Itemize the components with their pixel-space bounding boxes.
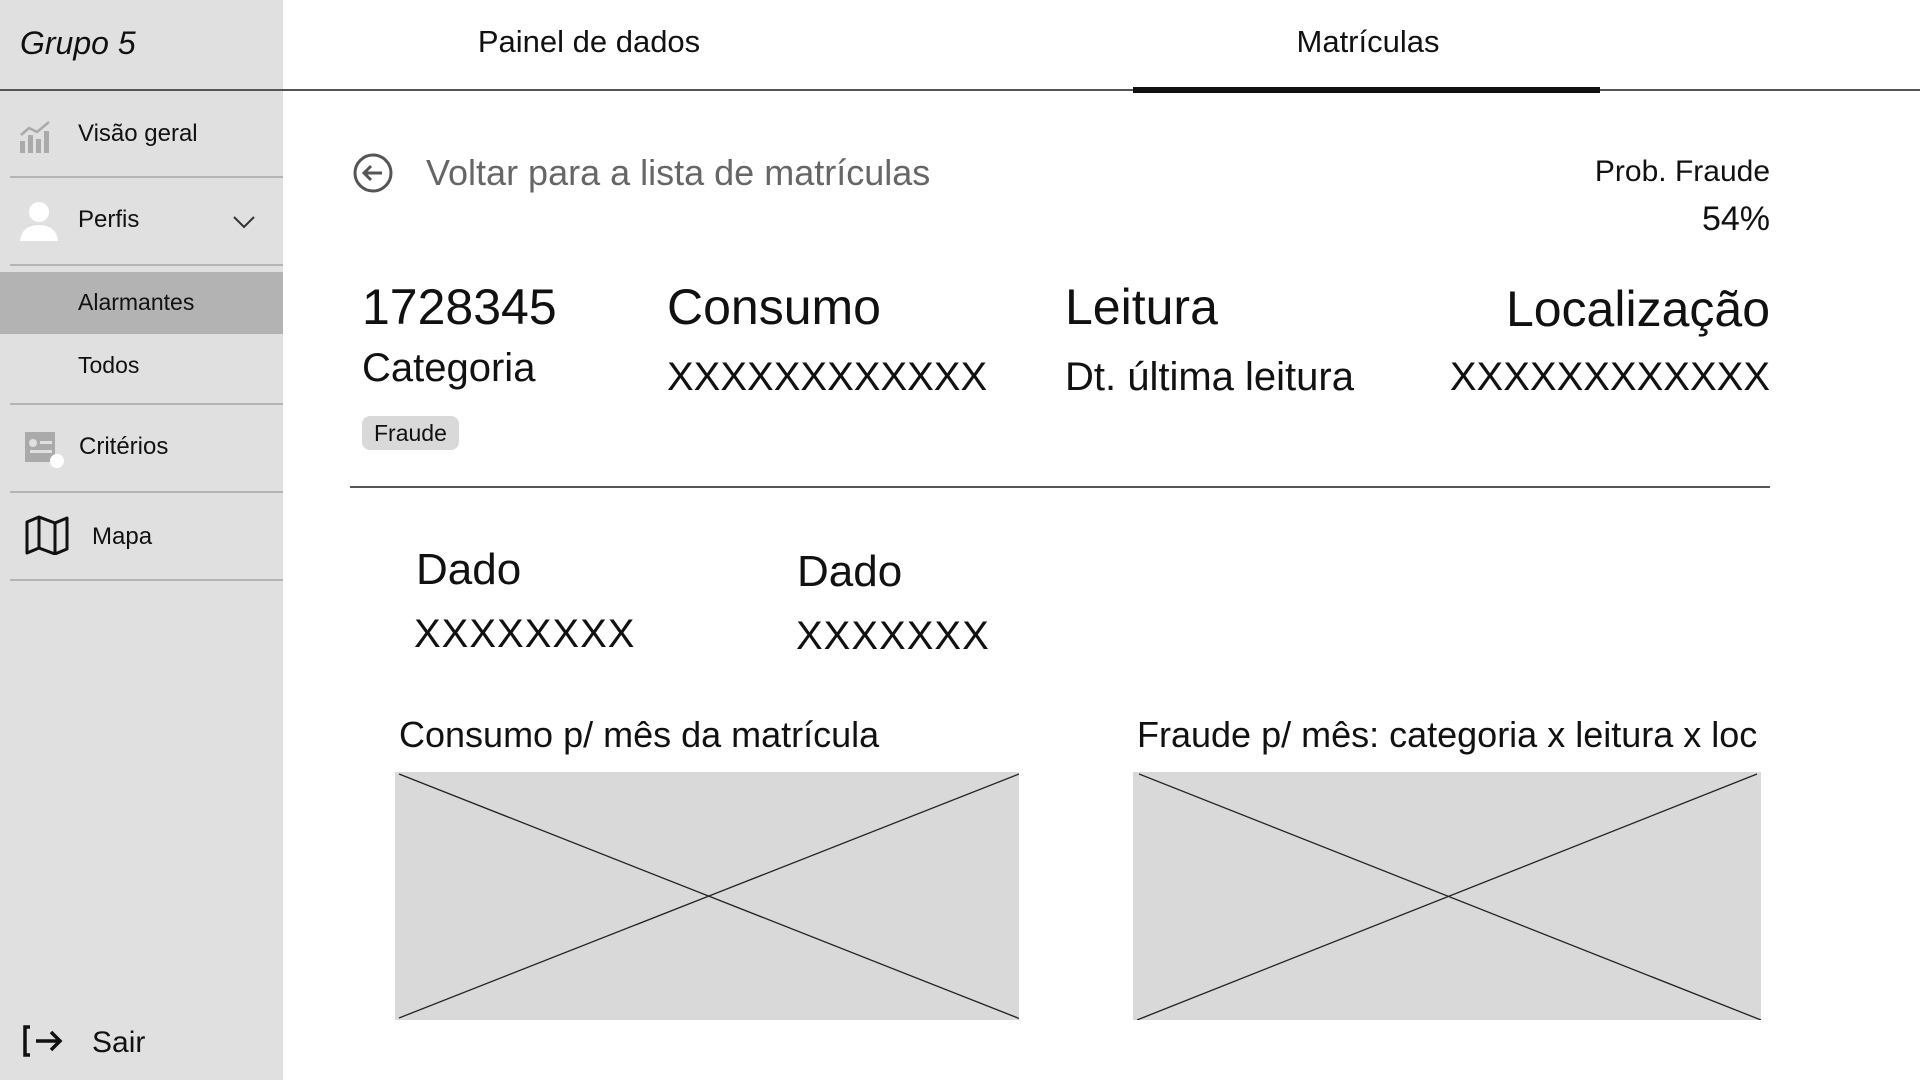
- logout-label: Sair: [92, 1026, 146, 1059]
- logout-icon: [23, 1025, 63, 1057]
- chart-placeholder-consumo: [395, 772, 1019, 1020]
- sidebar-item-visao-geral[interactable]: Visão geral: [10, 92, 283, 178]
- data-field-value: XXXXXXX: [796, 614, 990, 658]
- chevron-down-icon[interactable]: [232, 215, 256, 229]
- tab-matriculas[interactable]: Matrículas: [1233, 24, 1503, 60]
- sidebar-item-label: Critérios: [79, 433, 169, 460]
- category-label: Categoria: [362, 346, 536, 390]
- sidebar-item-mapa[interactable]: Mapa: [10, 493, 283, 581]
- chart-placeholder-fraude: [1133, 772, 1761, 1020]
- sidebar-subitem-label: Todos: [78, 352, 140, 378]
- chart-icon: [20, 121, 50, 153]
- leitura-value: Dt. última leitura: [1065, 355, 1354, 399]
- data-field-label: Dado: [797, 547, 903, 596]
- localizacao-value: XXXXXXXXXXXX: [1449, 355, 1770, 399]
- localizacao-label: Localização: [1505, 281, 1770, 337]
- back-arrow-icon[interactable]: [352, 152, 394, 194]
- chart-title-consumo: Consumo p/ mês da matrícula: [399, 714, 880, 755]
- active-tab-indicator: [1133, 87, 1600, 93]
- sidebar-item-label: Visão geral: [78, 120, 198, 147]
- tab-bar: Painel de dados Matrículas: [283, 0, 1920, 93]
- status-badge: Fraude: [362, 416, 459, 450]
- consumo-label: Consumo: [667, 279, 881, 335]
- data-field-label: Dado: [416, 545, 522, 594]
- fraud-probability-label: Prob. Fraude: [1594, 155, 1770, 188]
- tab-painel-de-dados[interactable]: Painel de dados: [459, 24, 719, 60]
- map-icon: [25, 515, 69, 555]
- brand: Grupo 5: [0, 0, 283, 91]
- placeholder-cross-icon: [1136, 773, 1761, 1020]
- registration-id: 1728345: [362, 279, 557, 335]
- back-to-list-link[interactable]: Voltar para a lista de matrículas: [426, 152, 930, 194]
- sidebar-item-criterios[interactable]: Critérios: [10, 405, 283, 493]
- consumo-value: XXXXXXXXXXXX: [667, 355, 988, 399]
- fraud-probability-value: 54%: [1701, 200, 1770, 238]
- criteria-icon: [25, 432, 64, 468]
- sidebar-subitem-todos[interactable]: Todos: [0, 338, 283, 400]
- brand-label: Grupo 5: [20, 25, 136, 61]
- logout-button[interactable]: Sair: [22, 1022, 262, 1066]
- data-field-value: XXXXXXXX: [414, 612, 636, 656]
- sidebar-item-label: Perfis: [78, 206, 140, 233]
- sidebar-subitem-label: Alarmantes: [78, 289, 195, 315]
- sidebar-subitem-alarmantes[interactable]: Alarmantes: [0, 272, 283, 334]
- chart-title-fraude: Fraude p/ mês: categoria x leitura x loc: [1137, 714, 1758, 755]
- section-divider: [350, 486, 1770, 488]
- placeholder-cross-icon: [398, 773, 1019, 1020]
- person-icon: [20, 202, 58, 241]
- leitura-label: Leitura: [1065, 279, 1218, 335]
- sidebar-item-label: Mapa: [92, 523, 153, 550]
- sidebar-item-perfis[interactable]: Perfis: [10, 178, 283, 266]
- sidebar: Grupo 5 Visão geral Perfis Alarmantes To…: [0, 0, 283, 1080]
